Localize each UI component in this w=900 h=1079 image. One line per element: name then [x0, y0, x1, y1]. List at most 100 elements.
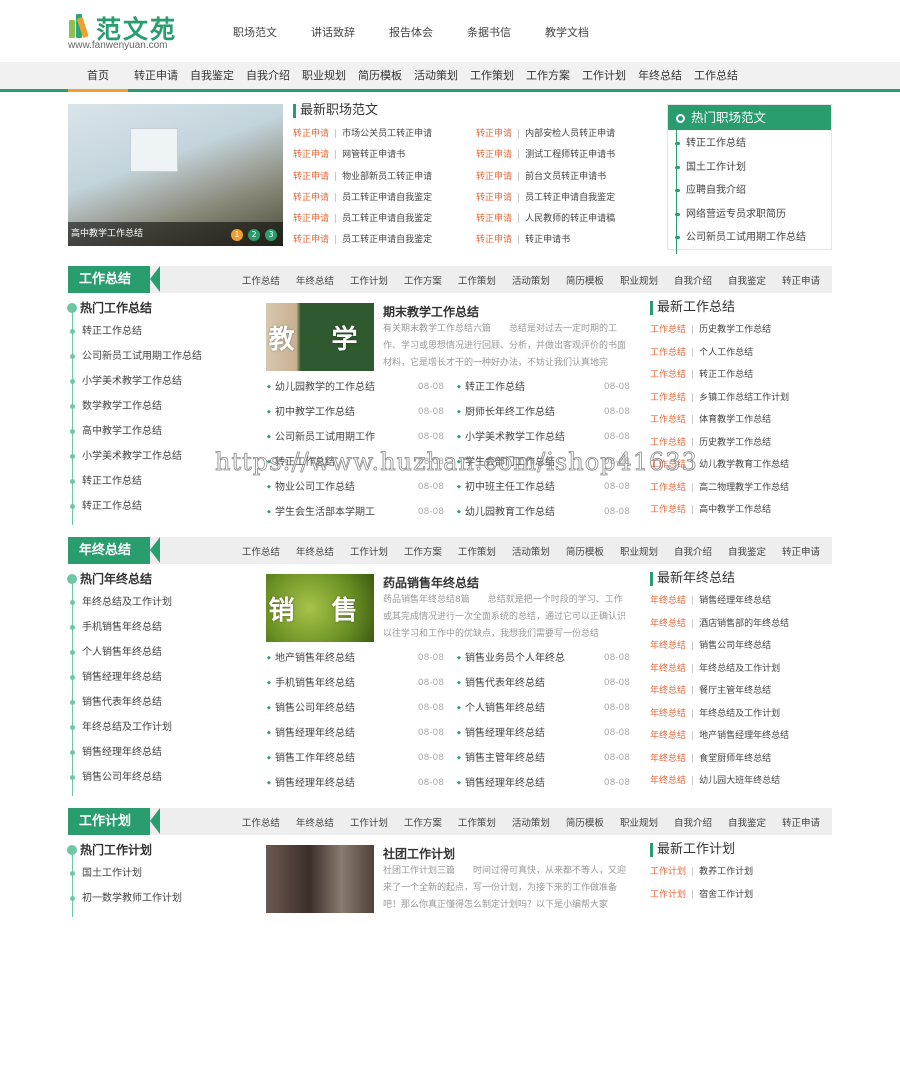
- category-tag[interactable]: 工作总结: [650, 415, 686, 425]
- article-link[interactable]: 市场公关员工转正申请: [342, 129, 432, 139]
- article-title[interactable]: 学生会部门工作总结: [465, 457, 555, 468]
- category-tag[interactable]: 转正申请: [476, 129, 512, 139]
- section-link[interactable]: 自我鉴定: [728, 544, 766, 558]
- article-link[interactable]: 转正申请书: [525, 235, 570, 245]
- tagged-link-row[interactable]: 转正申请 | 市场公关员工转正申请: [293, 124, 476, 145]
- tagged-link-row[interactable]: 转正申请 | 测试工程师转正申请书: [476, 145, 633, 166]
- article-link[interactable]: 幼儿教学教育工作总结: [699, 460, 789, 470]
- tagged-link-row[interactable]: 转正申请 | 内部安检人员转正申请: [476, 124, 633, 145]
- article-link[interactable]: 教养工作计划: [699, 867, 753, 877]
- section-link[interactable]: 工作策划: [458, 815, 496, 829]
- article-item[interactable]: 销售经理年终总结 08-08: [266, 721, 456, 746]
- tagged-link-row[interactable]: 转正申请 | 员工转正申请自我鉴定: [293, 188, 476, 209]
- article-title[interactable]: 销售业务员个人年终总: [465, 653, 565, 664]
- article-item[interactable]: 销售公司年终总结 08-08: [266, 696, 456, 721]
- article-item[interactable]: 公司新员工试用期工作 08-08: [266, 425, 456, 450]
- tagged-link-row[interactable]: 转正申请 | 物业部新员工转正申请: [293, 167, 476, 188]
- tagged-link-row[interactable]: 工作总结 | 幼儿教学教育工作总结: [650, 454, 832, 477]
- article-title[interactable]: 小学美术教学工作总结: [465, 432, 565, 443]
- article-item[interactable]: 销售主管年终总结 08-08: [456, 746, 630, 771]
- category-tag[interactable]: 年终总结: [650, 709, 686, 719]
- main-nav-item-home[interactable]: 首页: [68, 62, 128, 92]
- tagged-link-row[interactable]: 工作计划 | 教养工作计划: [650, 861, 832, 884]
- hot-career-item[interactable]: 国土工作计划: [675, 156, 831, 180]
- tagged-link-row[interactable]: 转正申请 | 人民教师的转正申请稿: [476, 209, 633, 230]
- hot-list-item[interactable]: 年终总结及工作计划: [70, 715, 248, 740]
- category-tag[interactable]: 年终总结: [650, 754, 686, 764]
- tagged-link-row[interactable]: 转正申请 | 网管转正申请书: [293, 145, 476, 166]
- category-tag[interactable]: 年终总结: [650, 776, 686, 786]
- article-title[interactable]: 厨师长年终工作总结: [465, 407, 555, 418]
- category-tag[interactable]: 转正申请: [293, 172, 329, 182]
- tagged-link-row[interactable]: 年终总结 | 销售经理年终总结: [650, 590, 832, 613]
- tagged-link-row[interactable]: 年终总结 | 食堂厨师年终总结: [650, 748, 832, 771]
- main-nav-item[interactable]: 工作方案: [520, 62, 576, 89]
- hot-list-item[interactable]: 个人销售年终总结: [70, 640, 248, 665]
- tagged-link-row[interactable]: 转正申请 | 转正申请书: [476, 230, 633, 251]
- category-tag[interactable]: 工作总结: [650, 325, 686, 335]
- tagged-link-row[interactable]: 转正申请 | 员工转正申请自我鉴定: [476, 188, 633, 209]
- hot-career-item[interactable]: 网络营运专员求职简历: [675, 203, 831, 227]
- tagged-link-row[interactable]: 转正申请 | 前台文员转正申请书: [476, 167, 633, 188]
- article-title[interactable]: 幼儿园教学的工作总结: [275, 382, 375, 393]
- main-nav-item[interactable]: 转正申请: [128, 62, 184, 89]
- article-link[interactable]: 历史教学工作总结: [699, 438, 771, 448]
- article-link[interactable]: 体育教学工作总结: [699, 415, 771, 425]
- category-tag[interactable]: 年终总结: [650, 664, 686, 674]
- section-link[interactable]: 工作方案: [404, 273, 442, 287]
- category-tag[interactable]: 转正申请: [476, 214, 512, 224]
- hot-career-item[interactable]: 公司新员工试用期工作总结: [675, 226, 831, 250]
- section-link[interactable]: 活动策划: [512, 273, 550, 287]
- slider-dot[interactable]: 1: [231, 229, 243, 241]
- featured-thumbnail[interactable]: [266, 845, 374, 913]
- section-label[interactable]: 工作总结: [68, 266, 150, 293]
- featured-title[interactable]: 社团工作计划: [383, 845, 455, 862]
- article-title[interactable]: 销售工作年终总结: [275, 753, 355, 764]
- main-nav-item[interactable]: 自我介绍: [240, 62, 296, 89]
- category-tag[interactable]: 工作总结: [650, 438, 686, 448]
- hot-list-item[interactable]: 年终总结及工作计划: [70, 590, 248, 615]
- article-item[interactable]: 销售代表年终总结 08-08: [456, 671, 630, 696]
- hot-list-item[interactable]: 转正工作总结: [70, 469, 248, 494]
- logo[interactable]: 范文苑 www.fanwenyuan.com: [68, 10, 193, 54]
- article-link[interactable]: 销售公司年终总结: [699, 641, 771, 651]
- hot-list-item[interactable]: 销售公司年终总结: [70, 765, 248, 790]
- article-title[interactable]: 个人销售年终总结: [465, 703, 545, 714]
- section-link[interactable]: 年终总结: [296, 273, 334, 287]
- section-link[interactable]: 转正申请: [782, 544, 820, 558]
- category-tag[interactable]: 转正申请: [476, 193, 512, 203]
- tagged-link-row[interactable]: 工作总结 | 历史教学工作总结: [650, 319, 832, 342]
- article-item[interactable]: 销售经理年终总结 08-08: [266, 771, 456, 796]
- section-label[interactable]: 工作计划: [68, 808, 150, 835]
- tagged-link-row[interactable]: 工作计划 | 宿舍工作计划: [650, 884, 832, 907]
- section-link[interactable]: 工作方案: [404, 815, 442, 829]
- article-item[interactable]: 初中教学工作总结 08-08: [266, 400, 456, 425]
- hot-list-item[interactable]: 小学美术教学工作总结: [70, 369, 248, 394]
- featured-thumbnail[interactable]: 销 售: [266, 574, 374, 642]
- article-title[interactable]: 销售经理年终总结: [465, 728, 545, 739]
- article-title[interactable]: 学生会生活部本学期工: [275, 507, 375, 518]
- category-tag[interactable]: 工作总结: [650, 348, 686, 358]
- category-tag[interactable]: 转正申请: [476, 235, 512, 245]
- category-tag[interactable]: 年终总结: [650, 596, 686, 606]
- tagged-link-row[interactable]: 工作总结 | 高中教学工作总结: [650, 499, 832, 522]
- category-tag[interactable]: 工作计划: [650, 867, 686, 877]
- article-title[interactable]: 销售经理年终总结: [275, 778, 355, 789]
- hot-list-item[interactable]: 转正工作总结: [70, 494, 248, 519]
- section-link[interactable]: 活动策划: [512, 544, 550, 558]
- article-item[interactable]: 转正工作总结 08-08: [266, 450, 456, 475]
- article-link[interactable]: 年终总结及工作计划: [699, 709, 780, 719]
- featured-thumbnail[interactable]: 教 学: [266, 303, 374, 371]
- article-item[interactable]: 厨师长年终工作总结 08-08: [456, 400, 630, 425]
- hot-list-item[interactable]: 公司新员工试用期工作总结: [70, 344, 248, 369]
- section-link[interactable]: 自我介绍: [674, 273, 712, 287]
- category-tag[interactable]: 转正申请: [293, 235, 329, 245]
- category-tag[interactable]: 转正申请: [476, 150, 512, 160]
- category-tag[interactable]: 转正申请: [293, 193, 329, 203]
- tagged-link-row[interactable]: 年终总结 | 年终总结及工作计划: [650, 658, 832, 681]
- hot-list-item[interactable]: 高中教学工作总结: [70, 419, 248, 444]
- hot-list-item[interactable]: 手机销售年终总结: [70, 615, 248, 640]
- tagged-link-row[interactable]: 年终总结 | 年终总结及工作计划: [650, 703, 832, 726]
- main-nav-item[interactable]: 工作计划: [576, 62, 632, 89]
- slider-dot[interactable]: 3: [265, 229, 277, 241]
